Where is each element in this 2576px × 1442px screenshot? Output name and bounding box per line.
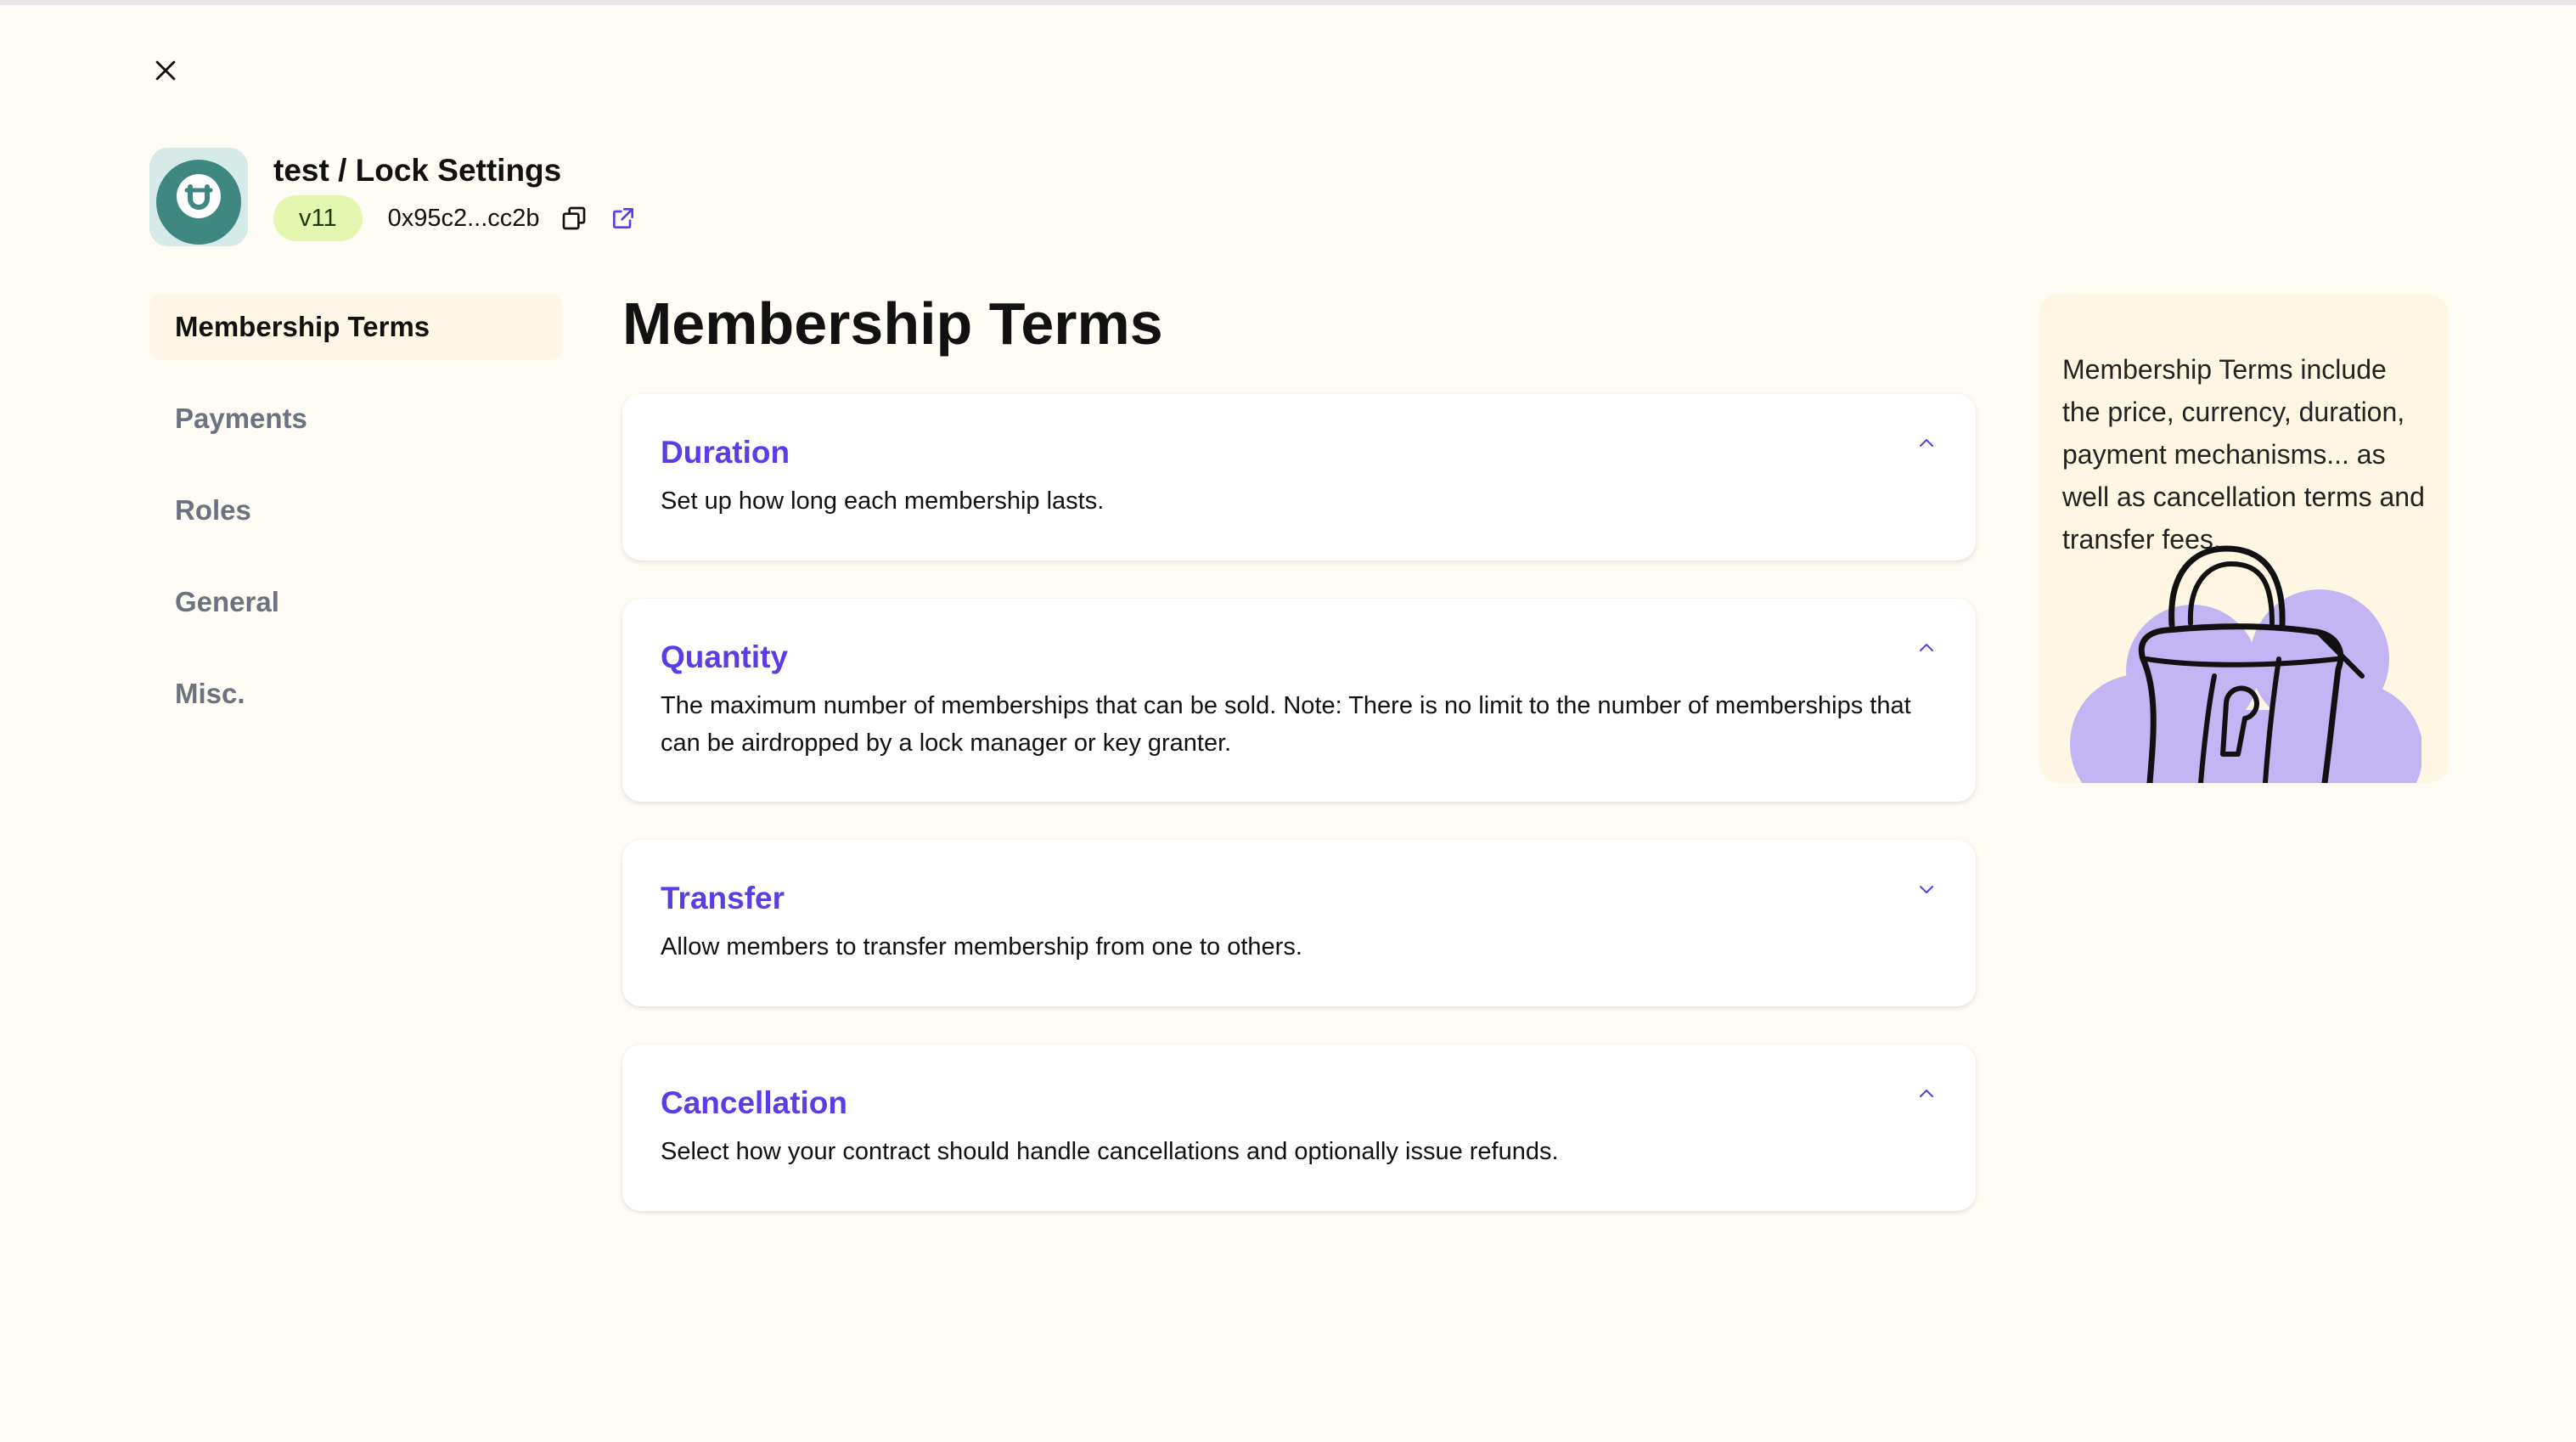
section-cancellation[interactable]: Cancellation Select how your contract sh…: [622, 1045, 1976, 1211]
info-panel: Membership Terms include the price, curr…: [2039, 294, 2449, 783]
sidebar-item-misc[interactable]: Misc.: [149, 661, 562, 727]
section-quantity[interactable]: Quantity The maximum number of membershi…: [622, 599, 1976, 802]
close-icon: [155, 60, 176, 81]
close-button[interactable]: [151, 56, 180, 85]
lock-title: test / Lock Settings: [273, 153, 562, 188]
chevron-up-icon[interactable]: [1916, 1084, 1937, 1104]
padlock-illustration: [2070, 545, 2421, 783]
sidebar-item-payments[interactable]: Payments: [149, 386, 562, 452]
section-duration[interactable]: Duration Set up how long each membership…: [622, 394, 1976, 560]
section-description: Select how your contract should handle c…: [661, 1138, 1559, 1165]
chevron-up-icon[interactable]: [1916, 638, 1937, 658]
section-title: Cancellation: [661, 1085, 847, 1120]
chevron-up-icon[interactable]: [1916, 433, 1937, 453]
contract-address: 0x95c2...cc2b: [387, 204, 540, 232]
section-title: Duration: [661, 435, 790, 470]
section-description: The maximum number of memberships that c…: [661, 692, 1911, 757]
copy-icon[interactable]: [560, 205, 588, 232]
top-border: [0, 0, 2576, 5]
settings-sidebar: Membership Terms Payments Roles General …: [149, 294, 562, 752]
section-title: Transfer: [661, 881, 785, 915]
section-description: Allow members to transfer membership fro…: [661, 933, 1302, 960]
page-title: Membership Terms: [622, 290, 1163, 357]
lock-avatar: [149, 148, 248, 246]
sidebar-item-roles[interactable]: Roles: [149, 477, 562, 544]
sidebar-item-membership-terms[interactable]: Membership Terms: [149, 294, 562, 360]
lock-header: test / Lock Settings v11 0x95c2...cc2b: [149, 148, 637, 246]
info-text: Membership Terms include the price, curr…: [2062, 354, 2425, 555]
chevron-down-icon[interactable]: [1916, 879, 1937, 899]
section-transfer[interactable]: Transfer Allow members to transfer membe…: [622, 840, 1976, 1006]
version-badge: v11: [273, 195, 363, 241]
section-description: Set up how long each membership lasts.: [661, 487, 1105, 515]
section-title: Quantity: [661, 639, 789, 674]
sidebar-item-general[interactable]: General: [149, 569, 562, 635]
external-link-icon[interactable]: [610, 205, 637, 232]
